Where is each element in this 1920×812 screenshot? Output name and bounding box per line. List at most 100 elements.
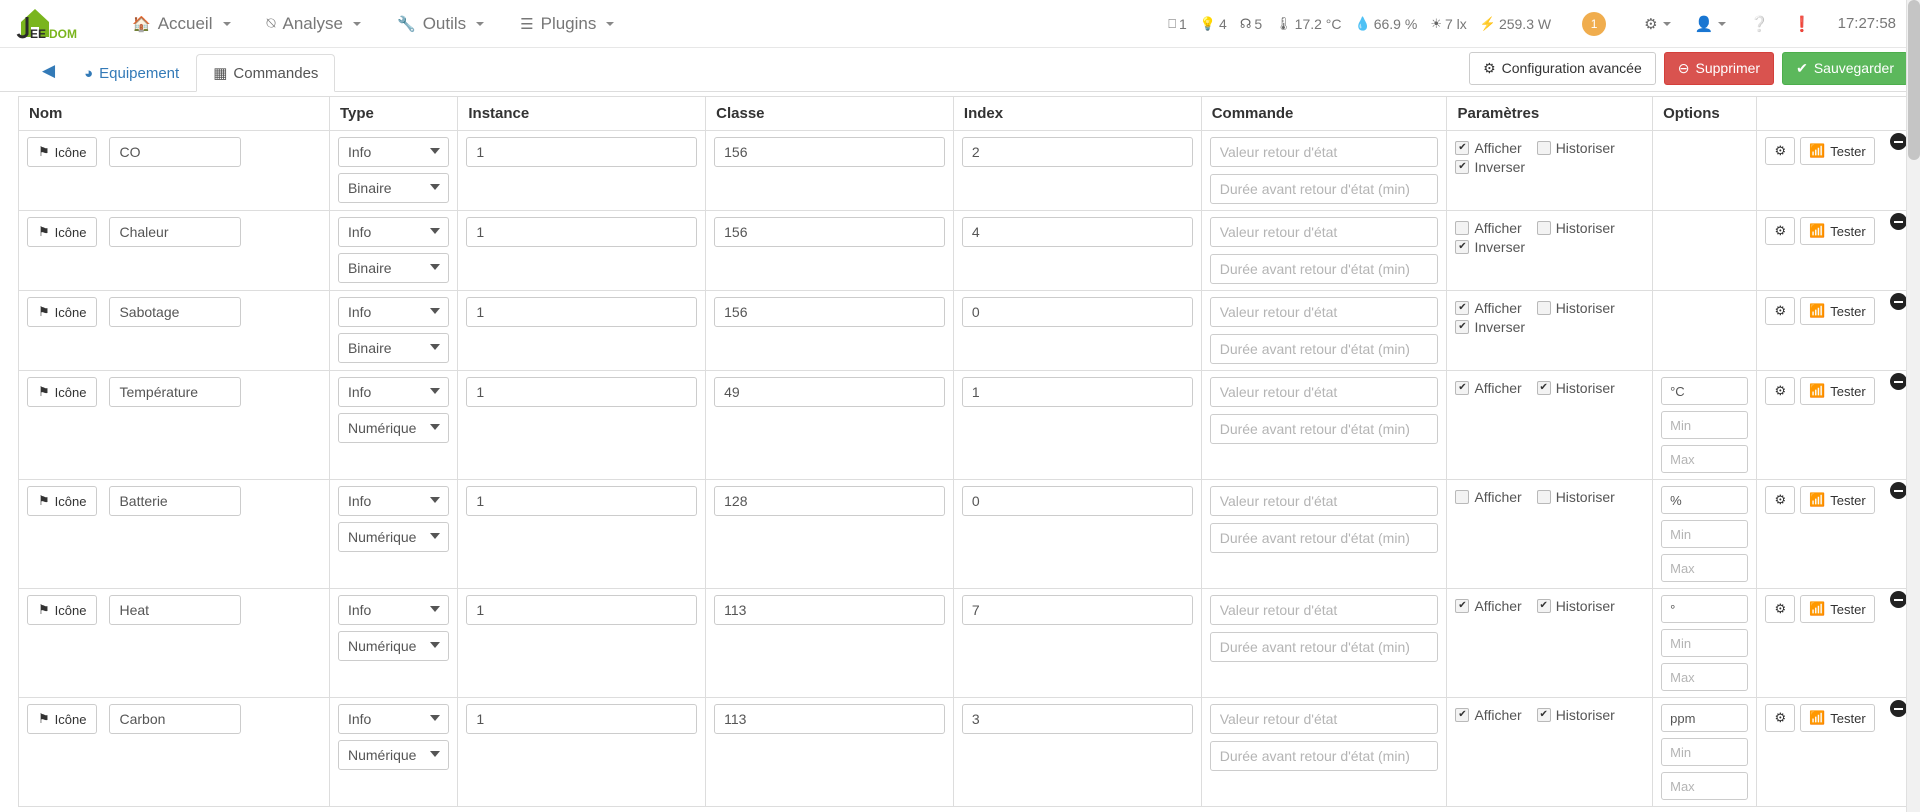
index-input[interactable]: [961, 297, 1193, 327]
tab-commandes[interactable]: ▦ Commandes: [196, 54, 336, 92]
command-subtype-select[interactable]: Numérique: [337, 522, 450, 552]
duree-avant-retour-etat-input[interactable]: [1209, 174, 1439, 204]
duree-avant-retour-etat-input[interactable]: [1209, 523, 1439, 553]
historiser-checkbox[interactable]: [1536, 708, 1551, 722]
classe-input[interactable]: [714, 595, 945, 625]
command-configuration-button[interactable]: ⚙: [1765, 595, 1796, 623]
instance-input[interactable]: [466, 704, 698, 734]
instance-input[interactable]: [466, 486, 698, 516]
unite-input[interactable]: [1661, 595, 1749, 623]
unite-input[interactable]: [1661, 377, 1749, 405]
test-command-button[interactable]: 📶 Tester: [1800, 297, 1875, 325]
valeur-retour-etat-input[interactable]: [1209, 486, 1439, 516]
command-type-select[interactable]: Info: [337, 595, 450, 625]
historiser-checkbox[interactable]: [1536, 490, 1551, 504]
command-type-select[interactable]: Info: [337, 486, 450, 516]
valeur-retour-etat-input[interactable]: [1209, 377, 1439, 407]
instance-input[interactable]: [466, 595, 698, 625]
duree-avant-retour-etat-input[interactable]: [1209, 741, 1439, 771]
inverser-checkbox[interactable]: [1455, 160, 1470, 174]
test-command-button[interactable]: 📶 Tester: [1800, 595, 1875, 623]
jeedom-logo[interactable]: EE DOM: [10, 0, 96, 48]
classe-input[interactable]: [714, 217, 945, 247]
index-input[interactable]: [961, 595, 1193, 625]
icon-picker-button[interactable]: ⚑ Icône: [27, 595, 98, 625]
command-type-select[interactable]: Info: [337, 704, 450, 734]
historiser-checkbox[interactable]: [1536, 381, 1551, 395]
min-input[interactable]: [1661, 629, 1749, 657]
command-name-input[interactable]: [109, 704, 242, 734]
valeur-retour-etat-input[interactable]: [1209, 704, 1439, 734]
index-input[interactable]: [961, 137, 1193, 167]
command-configuration-button[interactable]: ⚙: [1765, 704, 1796, 732]
index-input[interactable]: [961, 217, 1193, 247]
command-configuration-button[interactable]: ⚙: [1765, 297, 1796, 325]
remove-command-button[interactable]: [1890, 591, 1907, 608]
historiser-checkbox[interactable]: [1536, 141, 1551, 155]
icon-picker-button[interactable]: ⚑ Icône: [27, 486, 98, 516]
command-type-select[interactable]: Info: [337, 377, 450, 407]
menu-item-outils[interactable]: 🔧 Outils: [379, 0, 502, 48]
command-name-input[interactable]: [109, 297, 242, 327]
command-subtype-select[interactable]: Numérique: [337, 740, 450, 770]
help-button[interactable]: ❔: [1738, 15, 1781, 33]
classe-input[interactable]: [714, 377, 945, 407]
historiser-checkbox[interactable]: [1536, 599, 1551, 613]
max-input[interactable]: [1661, 445, 1749, 473]
duree-avant-retour-etat-input[interactable]: [1209, 334, 1439, 364]
index-input[interactable]: [961, 486, 1193, 516]
advanced-configuration-button[interactable]: ⚙ Configuration avancée: [1469, 52, 1656, 85]
afficher-checkbox[interactable]: [1455, 141, 1470, 155]
test-command-button[interactable]: 📶 Tester: [1800, 377, 1875, 405]
afficher-checkbox[interactable]: [1455, 381, 1470, 395]
menu-item-analyse[interactable]: ⍉ Analyse: [249, 0, 380, 48]
test-command-button[interactable]: 📶 Tester: [1800, 217, 1875, 245]
command-configuration-button[interactable]: ⚙: [1765, 486, 1796, 514]
afficher-checkbox[interactable]: [1455, 599, 1470, 613]
user-menu-button[interactable]: 👤: [1683, 15, 1739, 33]
min-input[interactable]: [1661, 520, 1749, 548]
command-name-input[interactable]: [109, 217, 242, 247]
remove-command-button[interactable]: [1890, 213, 1907, 230]
remove-command-button[interactable]: [1890, 133, 1907, 150]
test-command-button[interactable]: 📶 Tester: [1800, 137, 1875, 165]
page-scrollbar[interactable]: [1906, 0, 1920, 812]
min-input[interactable]: [1661, 738, 1749, 766]
command-type-select[interactable]: Info: [337, 137, 450, 167]
max-input[interactable]: [1661, 772, 1749, 800]
icon-picker-button[interactable]: ⚑ Icône: [27, 217, 98, 247]
test-command-button[interactable]: 📶 Tester: [1800, 486, 1875, 514]
remove-command-button[interactable]: [1890, 482, 1907, 499]
command-configuration-button[interactable]: ⚙: [1765, 217, 1796, 245]
command-name-input[interactable]: [109, 137, 242, 167]
scrollbar-thumb[interactable]: [1908, 0, 1920, 160]
icon-picker-button[interactable]: ⚑ Icône: [27, 297, 98, 327]
remove-command-button[interactable]: [1890, 293, 1907, 310]
menu-item-plugins[interactable]: ☰ Plugins: [502, 0, 632, 48]
command-subtype-select[interactable]: Binaire: [337, 173, 450, 203]
afficher-checkbox[interactable]: [1455, 708, 1470, 722]
remove-command-button[interactable]: [1890, 700, 1907, 717]
command-configuration-button[interactable]: ⚙: [1765, 137, 1796, 165]
command-subtype-select[interactable]: Numérique: [337, 631, 450, 661]
command-subtype-select[interactable]: Numérique: [337, 413, 450, 443]
afficher-checkbox[interactable]: [1455, 301, 1470, 315]
classe-input[interactable]: [714, 137, 945, 167]
unite-input[interactable]: [1661, 704, 1749, 732]
index-input[interactable]: [961, 377, 1193, 407]
max-input[interactable]: [1661, 554, 1749, 582]
duree-avant-retour-etat-input[interactable]: [1209, 254, 1439, 284]
command-type-select[interactable]: Info: [337, 297, 450, 327]
command-name-input[interactable]: [109, 377, 242, 407]
command-subtype-select[interactable]: Binaire: [337, 333, 450, 363]
unite-input[interactable]: [1661, 486, 1749, 514]
min-input[interactable]: [1661, 411, 1749, 439]
test-command-button[interactable]: 📶 Tester: [1800, 704, 1875, 732]
classe-input[interactable]: [714, 486, 945, 516]
duree-avant-retour-etat-input[interactable]: [1209, 414, 1439, 444]
delete-button[interactable]: ⊖ Supprimer: [1663, 52, 1775, 85]
instance-input[interactable]: [466, 377, 698, 407]
save-button[interactable]: ✔ Sauvegarder: [1782, 52, 1908, 85]
classe-input[interactable]: [714, 704, 945, 734]
inverser-checkbox[interactable]: [1455, 240, 1470, 254]
